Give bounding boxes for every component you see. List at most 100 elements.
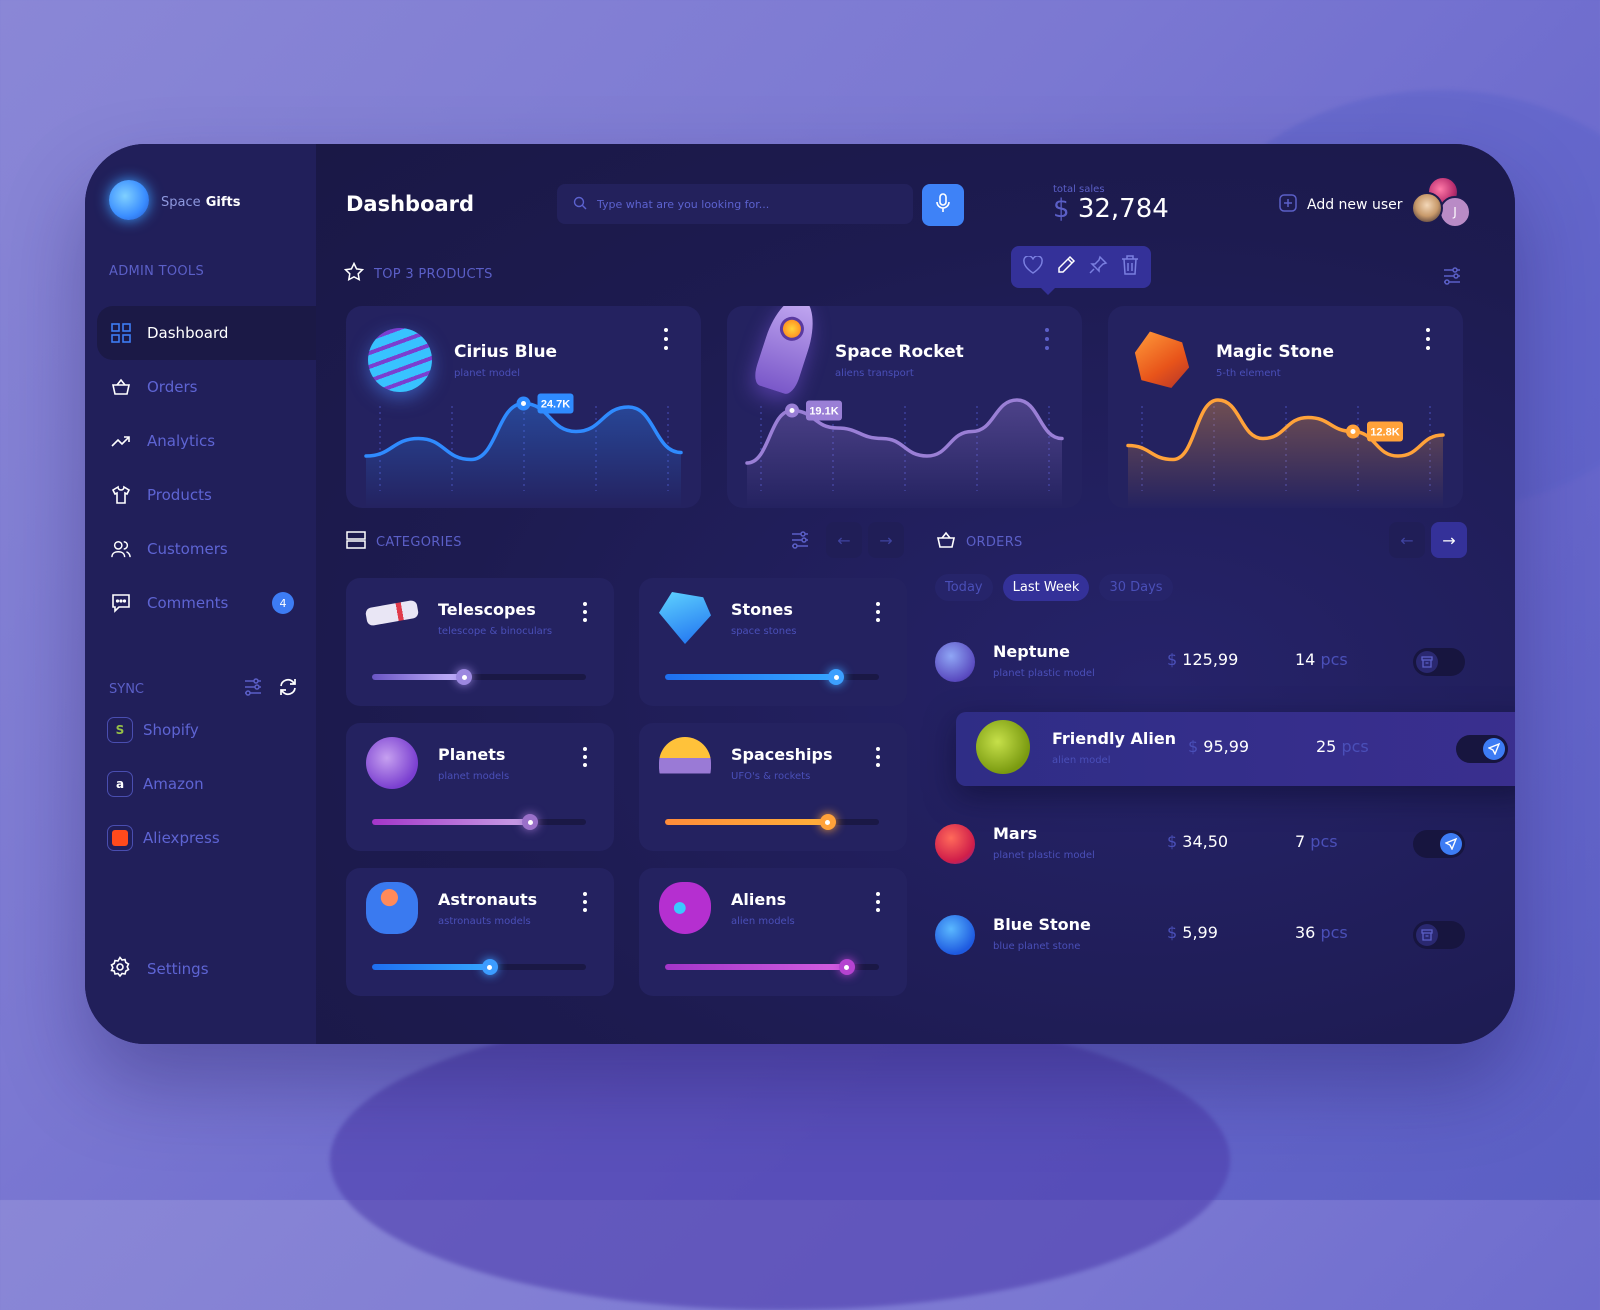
highlight-point-center	[521, 401, 526, 406]
product-name: Space Rocket	[835, 342, 964, 362]
slider-handle[interactable]	[838, 959, 855, 975]
more-options-icon[interactable]	[580, 602, 590, 622]
categories-next-button[interactable]: →	[868, 522, 904, 558]
brand-logo[interactable]: Space Gifts	[109, 180, 240, 220]
more-options-icon[interactable]	[580, 892, 590, 912]
sidebar: Space Gifts ADMIN TOOLS Dashboard Orders…	[85, 144, 316, 1044]
category-card-telescopes[interactable]: Telescopes telescope & binoculars	[346, 578, 614, 706]
order-item-name: Friendly Alien	[1052, 729, 1177, 748]
more-options-icon[interactable]	[873, 892, 883, 912]
orders-prev-button[interactable]: ←	[1389, 522, 1425, 558]
heart-icon[interactable]	[1023, 255, 1044, 278]
more-options-icon[interactable]	[873, 602, 883, 622]
refresh-icon[interactable]	[277, 676, 299, 702]
product-subtitle: aliens transport	[835, 368, 914, 379]
pin-icon[interactable]	[1088, 255, 1108, 279]
order-status-toggle[interactable]	[1413, 830, 1465, 858]
more-options-icon[interactable]	[580, 747, 590, 767]
product-card-space-rocket[interactable]: Space Rocket aliens transport 19.1K	[727, 306, 1082, 508]
more-options-icon[interactable]	[661, 328, 671, 350]
arrow-left-icon: ←	[837, 530, 851, 550]
category-subtitle: telescope & binoculars	[438, 626, 553, 637]
filter-icon[interactable]	[790, 530, 810, 554]
user-avatars[interactable]: J	[1411, 176, 1471, 232]
highlight-point-center	[1350, 429, 1356, 434]
tooltip-value: 19.1K	[809, 406, 838, 418]
sync-item-label: Aliexpress	[143, 829, 220, 847]
category-slider[interactable]	[665, 669, 879, 685]
sidebar-item-customers[interactable]: Customers	[97, 522, 316, 576]
more-options-icon[interactable]	[1423, 328, 1433, 350]
planet-image	[368, 328, 432, 392]
more-options-icon[interactable]	[1042, 328, 1052, 350]
voice-search-button[interactable]	[922, 184, 964, 226]
background-shape	[330, 1010, 1230, 1310]
slider-handle[interactable]	[819, 814, 836, 830]
sync-item-shopify[interactable]: S Shopify	[107, 717, 199, 743]
settings-label: Settings	[147, 960, 209, 978]
slider-handle[interactable]	[522, 814, 539, 830]
sync-item-amazon[interactable]: a Amazon	[107, 771, 204, 797]
category-slider[interactable]	[665, 814, 879, 830]
category-card-aliens[interactable]: Aliens alien models	[639, 868, 907, 996]
slider-handle[interactable]	[828, 669, 845, 685]
more-options-icon[interactable]	[873, 747, 883, 767]
order-status-toggle[interactable]	[1456, 735, 1508, 763]
order-item-subtitle: planet plastic model	[993, 668, 1095, 679]
order-row[interactable]: Blue Stone blue planet stone $ 5,99 36 p…	[935, 903, 1465, 967]
order-price: $ 95,99	[1188, 737, 1250, 756]
slider-fill	[372, 964, 490, 970]
sidebar-item-dashboard[interactable]: Dashboard	[97, 306, 316, 360]
sync-settings-icon[interactable]	[243, 677, 263, 701]
category-slider[interactable]	[372, 814, 586, 830]
category-card-spaceships[interactable]: Spaceships UFO's & rockets	[639, 723, 907, 851]
gem-image	[659, 592, 711, 644]
categories-prev-button[interactable]: ←	[826, 522, 862, 558]
filter-30-days[interactable]: 30 Days	[1099, 574, 1173, 601]
slider-handle[interactable]	[456, 669, 473, 685]
category-card-planets[interactable]: Planets planet models	[346, 723, 614, 851]
order-row[interactable]: Neptune planet plastic model $ 125,99 14…	[935, 630, 1465, 694]
sidebar-item-label: Analytics	[147, 432, 216, 450]
orders-next-button[interactable]: →	[1431, 522, 1467, 558]
category-subtitle: alien models	[731, 916, 795, 927]
arrow-right-icon: →	[1442, 530, 1456, 550]
category-slider[interactable]	[372, 959, 586, 975]
product-card-magic-stone[interactable]: Magic Stone 5-th element 12.8K	[1108, 306, 1463, 508]
category-name: Spaceships	[731, 745, 833, 764]
category-slider[interactable]	[372, 669, 586, 685]
sync-item-aliexpress[interactable]: Aliexpress	[107, 825, 220, 851]
filter-today[interactable]: Today	[935, 574, 993, 601]
grid-icon	[111, 323, 131, 343]
category-name: Telescopes	[438, 600, 536, 619]
add-new-user-button[interactable]: Add new user	[1279, 194, 1402, 216]
star-icon	[343, 261, 365, 286]
trash-icon[interactable]	[1121, 255, 1139, 279]
users-icon	[111, 539, 131, 559]
category-card-astronauts[interactable]: Astronauts astronauts models	[346, 868, 614, 996]
search-input[interactable]	[597, 197, 897, 211]
sidebar-item-orders[interactable]: Orders	[97, 360, 316, 414]
order-status-toggle[interactable]	[1413, 648, 1465, 676]
slider-handle[interactable]	[481, 959, 498, 975]
order-status-toggle[interactable]	[1413, 921, 1465, 949]
sidebar-item-analytics[interactable]: Analytics	[97, 414, 316, 468]
category-slider[interactable]	[665, 959, 879, 975]
order-row[interactable]: Mars planet plastic model $ 34,50 7 pcs	[935, 812, 1465, 876]
order-row[interactable]: Friendly Alien alien model $ 95,99 25 pc…	[956, 712, 1515, 786]
search-icon	[573, 195, 587, 214]
category-card-stones[interactable]: Stones space stones	[639, 578, 907, 706]
pencil-icon[interactable]	[1056, 255, 1076, 279]
sidebar-item-comments[interactable]: Comments 4	[97, 576, 316, 630]
basket-icon	[936, 530, 956, 554]
sidebar-item-settings[interactable]: Settings	[109, 956, 209, 982]
sidebar-item-products[interactable]: Products	[97, 468, 316, 522]
sync-item-label: Amazon	[143, 775, 204, 793]
app-window: Space Gifts ADMIN TOOLS Dashboard Orders…	[85, 144, 1515, 1044]
filter-last-week[interactable]: Last Week	[1002, 574, 1090, 601]
category-name: Aliens	[731, 890, 787, 909]
filter-icon[interactable]	[1442, 266, 1462, 290]
category-subtitle: planet models	[438, 771, 510, 782]
product-sparkline: 19.1K	[745, 398, 1064, 508]
product-card-cirius-blue[interactable]: Cirius Blue planet model 24.7K	[346, 306, 701, 508]
